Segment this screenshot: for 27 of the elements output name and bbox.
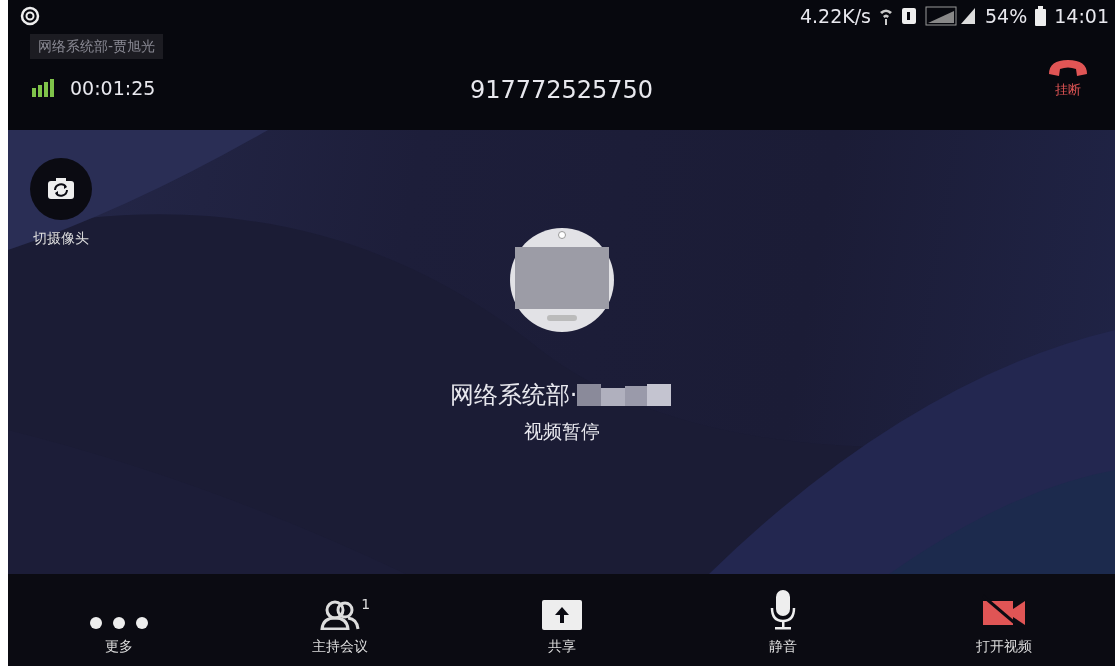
- clock-time: 14:01: [1054, 3, 1109, 29]
- toolbar-button[interactable]: 共享: [450, 590, 673, 657]
- toolbar-button[interactable]: 打开视频: [893, 590, 1115, 657]
- people-icon: [320, 600, 361, 630]
- battery-icon: [1035, 6, 1047, 26]
- sim-card-icon: [901, 7, 917, 25]
- microphone-icon: [769, 590, 796, 630]
- participant-name: 网络系统部·: [449, 380, 578, 411]
- battery-percent: 54%: [985, 3, 1028, 29]
- camera-switch-icon: [47, 178, 75, 200]
- share-upload-icon: [541, 600, 582, 630]
- participant-count: 1: [361, 595, 371, 614]
- wifi-icon: [879, 7, 893, 25]
- toolbar-button[interactable]: 1 主持会议: [229, 590, 451, 657]
- hang-up-button[interactable]: 挂断: [1047, 56, 1089, 100]
- caller-toast: 网络系统部-贾旭光: [30, 34, 164, 59]
- signal-strength-icon: [32, 79, 54, 98]
- signal-icon: [925, 6, 977, 26]
- video-status: 视频暂停: [523, 419, 600, 444]
- phone-number: 917772525750: [469, 76, 654, 104]
- more-icon: [88, 616, 149, 630]
- app-logo-icon: [20, 6, 40, 26]
- toolbar-button[interactable]: 静音: [672, 590, 894, 657]
- monitor-avatar-icon: [508, 225, 615, 335]
- call-duration: 00:01:25: [70, 76, 156, 101]
- toolbar-button[interactable]: 更多: [8, 590, 230, 657]
- network-speed: 4.22K/s: [799, 3, 871, 29]
